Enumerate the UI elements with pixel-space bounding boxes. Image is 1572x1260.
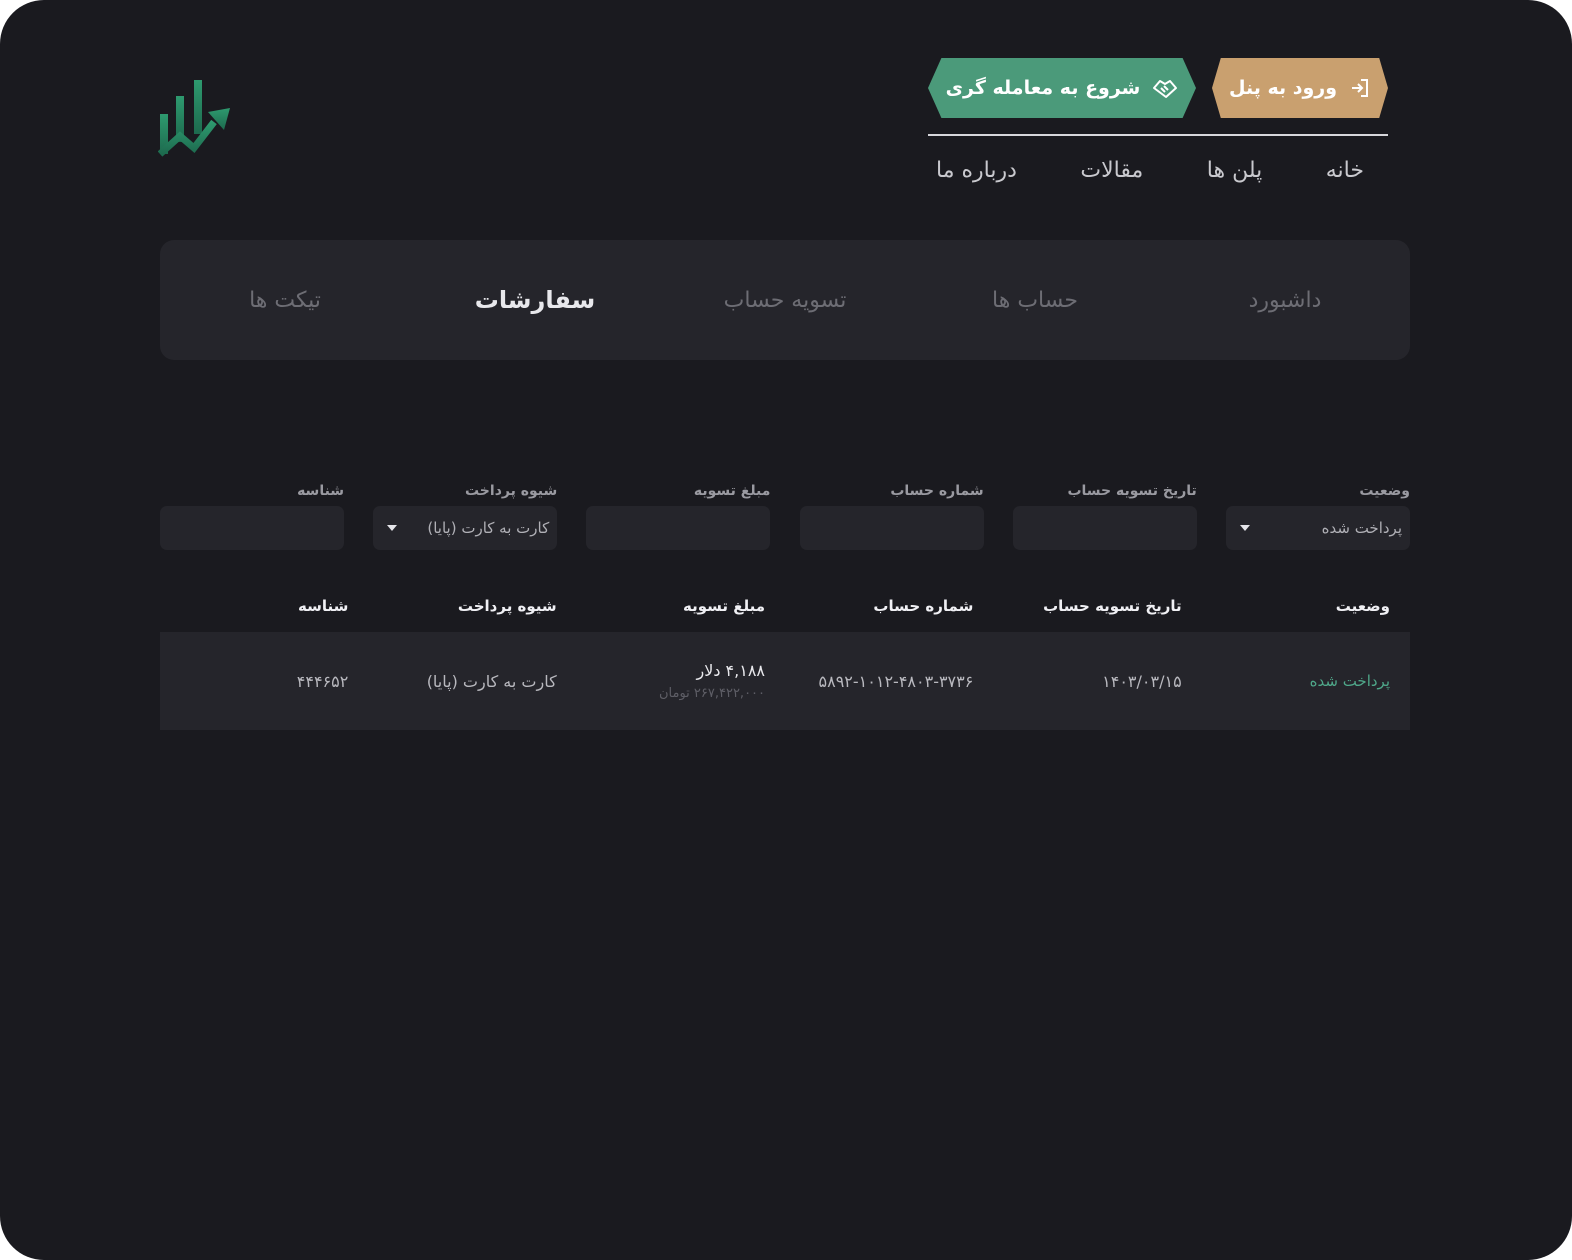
filter-payment-label: شیوه پرداخت	[464, 483, 558, 499]
start-trading-button[interactable]: شروع به معامله گری	[928, 58, 1196, 118]
column-header-id: شناسه	[298, 597, 349, 615]
filter-account: شماره حساب	[799, 480, 984, 550]
filter-amount: مبلغ تسویه	[586, 480, 771, 550]
main-nav: خانه پلن ها مقالات درباره ما	[928, 150, 1388, 190]
login-panel-label: ورود به پنل	[1228, 77, 1338, 99]
amount-toman: ۲۶۷,۴۲۲,۰۰۰ تومان	[658, 686, 766, 701]
header-divider	[928, 134, 1388, 136]
cell-date: ۱۴۰۳/۰۳/۱۵	[1102, 671, 1182, 691]
caret-down-icon	[1240, 525, 1250, 531]
filter-id-label: شناسه	[297, 483, 345, 499]
settle-date-input[interactable]	[1012, 506, 1197, 550]
tab-accounts[interactable]: حساب ها	[910, 288, 1160, 313]
handshake-icon	[1153, 80, 1178, 98]
sign-in-icon	[1352, 79, 1369, 97]
cell-status: پرداخت شده	[1309, 672, 1390, 690]
id-input[interactable]	[160, 506, 345, 550]
nav-item-plans[interactable]: پلن ها	[1207, 158, 1262, 183]
filter-account-label: شماره حساب	[890, 483, 984, 499]
caret-down-icon	[387, 525, 398, 531]
nav-item-about[interactable]: درباره ما	[936, 158, 1017, 183]
filter-settle-date: تاریخ تسویه حساب	[1012, 480, 1197, 550]
cell-account: ۵۸۹۲-۱۰۱۲-۴۸۰۳-۳۷۳۶	[818, 671, 974, 691]
status-select-value: پرداخت شده	[1321, 519, 1402, 537]
table-row[interactable]: پرداخت شده ۱۴۰۳/۰۳/۱۵ ۵۸۹۲-۱۰۱۲-۴۸۰۳-۳۷۳…	[160, 632, 1410, 730]
dashboard-tabs: داشبورد حساب ها تسویه حساب سفارشات تیکت …	[160, 240, 1410, 360]
filter-settle-date-label: تاریخ تسویه حساب	[1067, 483, 1197, 499]
tab-tickets[interactable]: تیکت ها	[160, 288, 410, 313]
payment-method-select[interactable]: کارت به کارت (پایا)	[373, 506, 558, 550]
status-select[interactable]: پرداخت شده	[1226, 506, 1410, 550]
payment-method-value: کارت به کارت (پایا)	[427, 519, 550, 537]
account-number-input[interactable]	[799, 506, 984, 550]
start-trading-label: شروع به معامله گری	[945, 77, 1141, 99]
tab-dashboard[interactable]: داشبورد	[1160, 288, 1410, 313]
column-header-status: وضعیت	[1335, 597, 1390, 615]
amount-usd: ۴,۱۸۸ دلار	[696, 661, 766, 680]
app-frame: ورود به پنل شروع به معامله گری خانه پلن …	[0, 0, 1572, 1260]
filter-status-label: وضعیت	[1359, 483, 1410, 499]
nav-item-home[interactable]: خانه	[1326, 158, 1364, 183]
filter-amount-label: مبلغ تسویه	[693, 483, 771, 499]
login-panel-button[interactable]: ورود به پنل	[1212, 58, 1388, 118]
cell-id: ۴۴۴۶۵۲	[296, 671, 349, 691]
cell-payment: کارت به کارت (پایا)	[426, 671, 557, 691]
column-header-payment: شیوه پرداخت	[457, 597, 557, 615]
column-header-account: شماره حساب	[873, 597, 974, 615]
nav-item-articles[interactable]: مقالات	[1080, 158, 1143, 183]
column-header-amount: مبلغ تسویه	[682, 597, 766, 615]
orders-table: وضعیت تاریخ تسویه حساب شماره حساب مبلغ ت…	[160, 580, 1410, 730]
filter-id: شناسه	[160, 480, 345, 550]
amount-input[interactable]	[586, 506, 771, 550]
cell-amount: ۴,۱۸۸ دلار ۲۶۷,۴۲۲,۰۰۰ تومان	[577, 661, 785, 701]
filter-bar: وضعیت پرداخت شده تاریخ تسویه حساب شماره …	[160, 480, 1410, 550]
tab-settlement[interactable]: تسویه حساب	[660, 288, 910, 313]
tab-orders[interactable]: سفارشات	[410, 286, 660, 314]
chart-arrow-logo-icon[interactable]	[157, 78, 234, 158]
column-header-date: تاریخ تسویه حساب	[1043, 597, 1182, 615]
table-header: وضعیت تاریخ تسویه حساب شماره حساب مبلغ ت…	[160, 580, 1410, 632]
filter-payment: شیوه پرداخت کارت به کارت (پایا)	[373, 480, 558, 550]
filter-status: وضعیت پرداخت شده	[1226, 480, 1410, 550]
